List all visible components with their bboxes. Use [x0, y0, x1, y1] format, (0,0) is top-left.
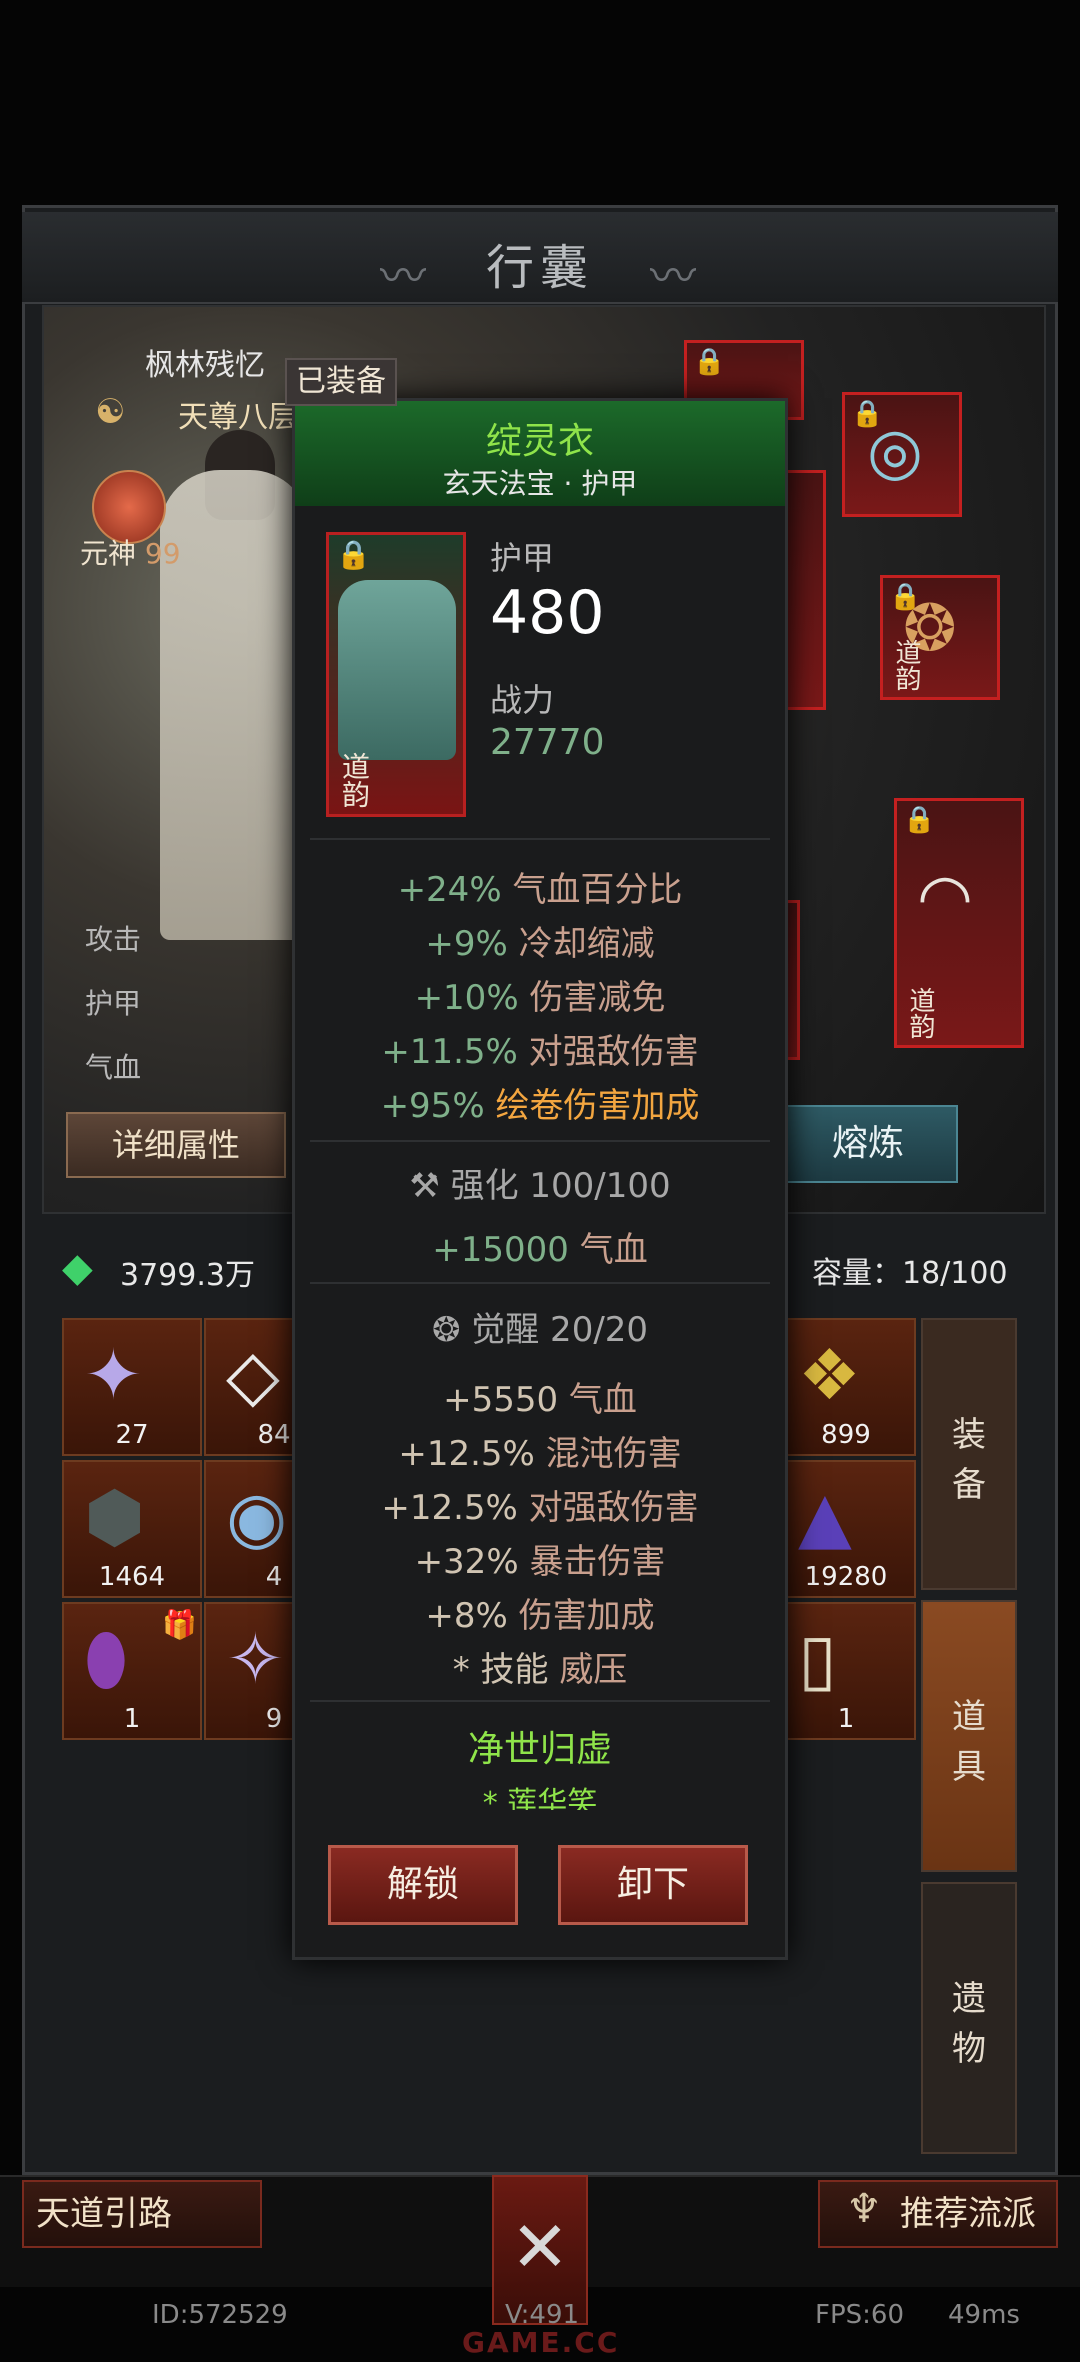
tab-equipment-label: 装备	[952, 1415, 986, 1505]
item-count: 1	[123, 1704, 141, 1734]
inventory-cell[interactable]: ✦ 27	[62, 1318, 202, 1456]
item-name: 绽灵衣	[485, 421, 594, 462]
base-stat-row: +10% 伤害减免	[414, 978, 666, 1018]
awaken-icon: ❂	[431, 1310, 461, 1350]
character-figure	[160, 470, 310, 940]
tab-equipment[interactable]: 装备	[921, 1318, 1017, 1590]
item-count: 1464	[98, 1562, 166, 1592]
set-subtitle: * 莲华笑	[482, 1786, 598, 1810]
latency: 49ms	[948, 2300, 1020, 2330]
awaken-stat-row: +12.5% 对强敌伤害	[381, 1488, 699, 1528]
divider	[310, 1700, 770, 1702]
unequip-button[interactable]: 卸下	[558, 1845, 748, 1925]
player-id: ID:572529	[152, 2300, 288, 2330]
power-value: 27770	[490, 722, 605, 763]
item-subtitle: 玄天法宝 · 护甲	[442, 467, 638, 500]
enhance-bonus-row: +15000 气血	[432, 1230, 648, 1270]
purple-egg-icon: ⬮	[84, 1618, 128, 1700]
player-rank: 天尊八层	[178, 400, 298, 435]
robe-icon	[338, 580, 456, 760]
power-label: 战力	[490, 681, 555, 719]
base-stat-row: +11.5% 对强敌伤害	[381, 1032, 699, 1072]
daoyun-label: 道韵	[891, 639, 921, 691]
equip-slot-ring[interactable]: 🔒 ❂ 道韵	[880, 575, 1000, 700]
watermark: GAME.CC	[462, 2326, 620, 2359]
bag-capacity: 容量：18/100	[812, 1256, 1008, 1291]
unlock-button[interactable]: 解锁	[328, 1845, 518, 1925]
equip-slot-weapon[interactable]: 🔒 ◠ 道韵	[894, 798, 1024, 1048]
item-count: 27	[115, 1420, 149, 1450]
daoyun-label: 道韵	[338, 752, 371, 808]
window-title: 行囊	[485, 240, 594, 296]
white-shard-icon: ◇	[226, 1334, 280, 1416]
enhance-row: ⚒ 强化 100/100	[409, 1166, 671, 1206]
recommend-icon: ♆	[846, 2186, 882, 2232]
item-count: 899	[821, 1420, 871, 1450]
inventory-cell[interactable]: ⬢ 1464	[62, 1460, 202, 1598]
inventory-cell[interactable]: ▲ 19280	[776, 1460, 916, 1598]
awaken-row: ❂ 觉醒 20/20	[431, 1310, 649, 1350]
tab-relics[interactable]: 遗物	[921, 1882, 1017, 2154]
equipped-badge: 已装备	[285, 358, 397, 406]
stat-armor-label: 护甲	[85, 987, 142, 1020]
divider	[310, 1282, 770, 1284]
item-count: 19280	[804, 1562, 888, 1592]
refine-button[interactable]: 熔炼	[778, 1105, 958, 1183]
purple-pile-icon: ▲	[798, 1476, 852, 1558]
stat-attack-label: 攻击	[85, 923, 142, 956]
divider	[310, 838, 770, 840]
base-stat-row: +9% 冷却缩减	[425, 924, 655, 964]
rank-icon: ☯	[95, 392, 126, 432]
scroll-card-icon: ▯	[798, 1618, 837, 1700]
currency-amount: 3799.3万	[120, 1258, 255, 1293]
armor-label: 护甲	[490, 539, 555, 577]
skill-row: * 技能 威压	[452, 1650, 628, 1690]
lock-icon: 🔒	[903, 805, 936, 835]
awaken-stat-row: +32% 暴击伤害	[414, 1542, 666, 1582]
stat-hp-label: 气血	[85, 1051, 142, 1084]
awaken-stat-row: +8% 伤害加成	[425, 1596, 655, 1636]
armor-value: 480	[490, 578, 605, 648]
gift-icon: 🎁	[162, 1608, 197, 1641]
inventory-cell[interactable]: ⬮ 🎁 1	[62, 1602, 202, 1740]
inventory-cell[interactable]: ❖ 899	[776, 1318, 916, 1456]
fan-icon: ◠	[917, 861, 973, 935]
color-stones-icon: ❖	[798, 1334, 861, 1416]
green-vein-rock-icon: ⬢	[84, 1476, 146, 1558]
blue-orb-icon: ◉	[226, 1476, 288, 1558]
item-count: 1	[837, 1704, 855, 1734]
daoyun-label: 道韵	[905, 987, 935, 1039]
tab-relics-label: 遗物	[952, 1979, 986, 2069]
fps: FPS:60	[815, 2300, 904, 2330]
yuanshen-value: 99	[144, 537, 181, 570]
base-stat-row: +95% 绘卷伤害加成	[380, 1086, 700, 1126]
tab-items[interactable]: 道具	[921, 1600, 1017, 1872]
yuanshen-label: 元神 99	[80, 537, 181, 570]
spirit-stone-icon: ◆	[62, 1245, 93, 1291]
lock-icon: 🔒	[336, 538, 371, 571]
awaken-stat-row: +5550 气血	[443, 1380, 637, 1420]
base-stat-row: +24% 气血百分比	[397, 870, 683, 910]
crystal-shards-icon: ✧	[226, 1618, 285, 1700]
player-name: 枫林残忆	[145, 348, 265, 383]
set-name: 净世归虚	[467, 1729, 612, 1770]
necklace-icon: ◎	[867, 415, 923, 489]
tab-items-label: 道具	[952, 1697, 986, 1787]
crystal-cluster-icon: ✦	[84, 1334, 143, 1416]
awaken-stat-row: +12.5% 混沌伤害	[398, 1434, 682, 1474]
enhance-icon: ⚒	[409, 1166, 440, 1206]
tiandao-guide-button[interactable]: 天道引路	[22, 2180, 262, 2248]
inventory-cell[interactable]: ▯ 1	[776, 1602, 916, 1740]
divider	[310, 1140, 770, 1142]
equip-slot-necklace[interactable]: 🔒 ◎	[842, 392, 962, 517]
details-button[interactable]: 详细属性	[66, 1112, 286, 1178]
lock-icon: 🔒	[693, 347, 726, 377]
